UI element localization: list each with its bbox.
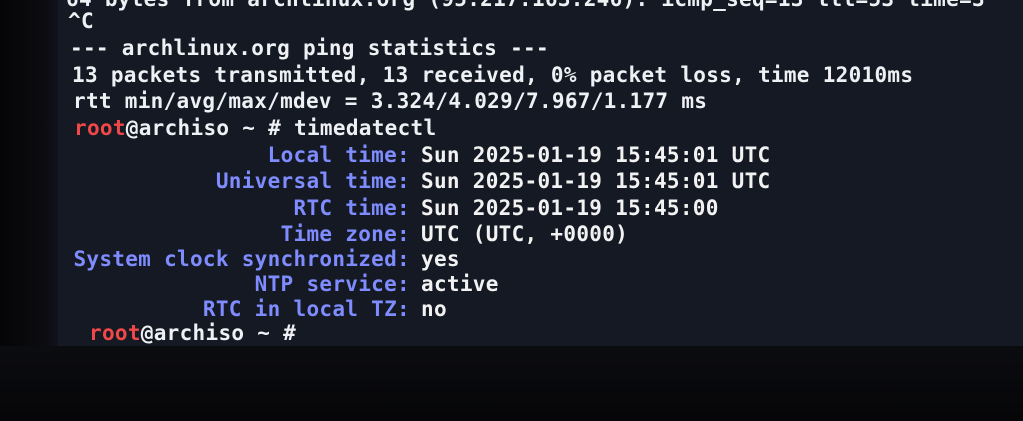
prompt-host: @archiso	[125, 116, 230, 140]
prompt-path: ~ #	[229, 116, 295, 140]
partial-output-line: 64 bytes from archlinux.org (95.217.163.…	[66, 0, 985, 12]
row-value: Sun 2025-01-19 15:45:01 UTC	[421, 169, 771, 193]
row-value: UTC (UTC, +0000)	[421, 222, 629, 246]
row-label: RTC time:	[293, 196, 410, 220]
row-label: System clock synchronized:	[73, 247, 410, 271]
row-label: Universal time:	[215, 169, 410, 193]
prompt-user: root	[89, 321, 141, 345]
row-label: RTC in local TZ:	[202, 297, 410, 321]
prompt-path: ~ #	[244, 321, 310, 345]
terminal-screen[interactable]: 64 bytes from archlinux.org (95.217.163.…	[58, 0, 1023, 346]
row-label: Local time:	[267, 143, 410, 167]
prompt-user: root	[74, 116, 126, 140]
row-value: no	[421, 297, 447, 321]
ping-stats-rtt: rtt min/avg/max/mdev = 3.324/4.029/7.967…	[73, 89, 708, 113]
prompt-line-current[interactable]: root@archiso ~ #	[89, 320, 309, 346]
row-value: Sun 2025-01-19 15:45:00	[421, 196, 719, 220]
row-label: Time zone:	[280, 222, 410, 246]
ping-stats-packets: 13 packets transmitted, 13 received, 0% …	[72, 63, 914, 87]
command: timedatectl	[294, 116, 437, 140]
ping-stats-header: --- archlinux.org ping statistics ---	[70, 36, 549, 60]
row-label: NTP service:	[254, 272, 410, 296]
interrupt-line: ^C	[68, 9, 94, 33]
row-value: active	[421, 272, 499, 296]
prompt-host: @archiso	[140, 321, 245, 345]
row-value: yes	[421, 247, 460, 271]
row-value: Sun 2025-01-19 15:45:01 UTC	[421, 143, 771, 167]
prompt-line: root@archiso ~ # timedatectl	[74, 115, 436, 141]
monitor-bezel-bottom	[0, 346, 1023, 421]
